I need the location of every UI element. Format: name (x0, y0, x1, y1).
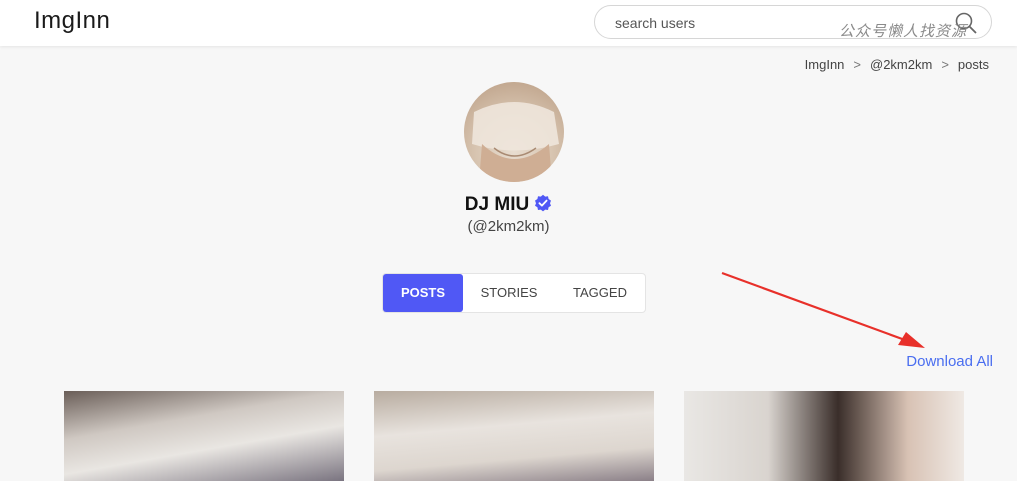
post-thumbnail[interactable] (374, 391, 654, 481)
avatar-image (472, 102, 559, 182)
verified-badge-icon (534, 194, 552, 218)
breadcrumb-user[interactable]: @2km2km (870, 57, 932, 72)
breadcrumb: ImgInn > @2km2km > posts (805, 57, 989, 72)
profile-name: DJ MIU (0, 194, 1017, 218)
site-logo[interactable]: ImgInn (34, 7, 110, 35)
profile-handle: (@2km2km) (467, 218, 550, 235)
top-header: ImgInn 公众号懒人找资源 (0, 0, 1017, 46)
tab-stories[interactable]: STORIES (463, 274, 555, 312)
search-input[interactable] (613, 12, 817, 34)
post-thumbnail[interactable] (64, 391, 344, 481)
breadcrumb-home[interactable]: ImgInn (805, 57, 845, 72)
download-all-link[interactable]: Download All (906, 353, 993, 370)
post-thumbnail[interactable] (684, 391, 964, 481)
profile-tabs: POSTS STORIES TAGGED (382, 273, 646, 313)
breadcrumb-separator: > (941, 57, 949, 72)
display-name-text: DJ MIU (464, 194, 530, 215)
avatar[interactable] (464, 82, 564, 182)
tab-posts[interactable]: POSTS (383, 274, 463, 312)
watermark-text: 公众号懒人找资源 (839, 22, 968, 40)
breadcrumb-separator: > (853, 57, 861, 72)
breadcrumb-current: posts (957, 57, 989, 72)
tab-tagged[interactable]: TAGGED (555, 274, 645, 312)
